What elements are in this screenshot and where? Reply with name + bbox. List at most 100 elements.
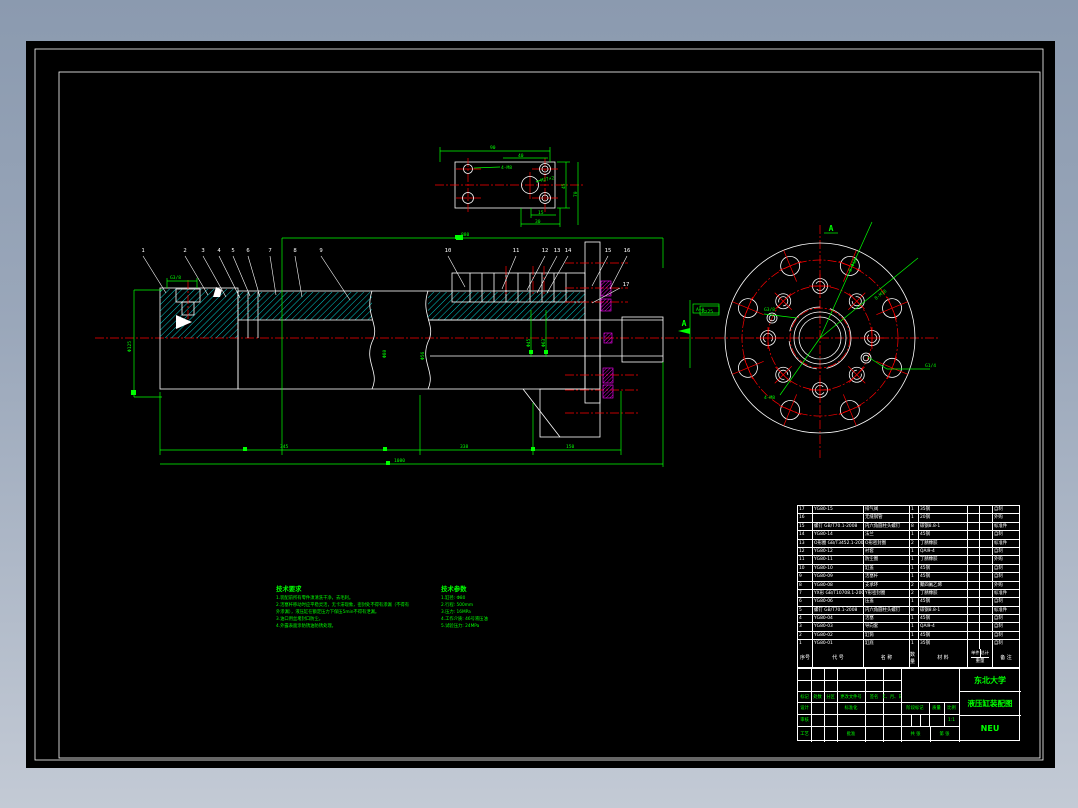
- svg-text:9: 9: [319, 248, 322, 254]
- bom-weight-single: [968, 606, 980, 615]
- note-line: 5.试验压力: 24MPa: [441, 624, 480, 630]
- tb-approve: 批准: [837, 726, 866, 742]
- svg-text:7: 7: [268, 248, 271, 254]
- bom-weight-single: [968, 589, 980, 598]
- bom-material: 45钢: [919, 564, 968, 573]
- bom-weight-single: [968, 581, 980, 589]
- bom-qty: 1: [910, 623, 919, 631]
- bom-remark: 自制: [994, 641, 1003, 647]
- svg-text:17: 17: [623, 282, 630, 288]
- bom-qty: 1: [910, 547, 919, 556]
- port-callout: G3/8: [170, 275, 181, 281]
- bom-material: 45钢: [919, 598, 968, 606]
- dim-label: 40: [518, 153, 524, 159]
- bom-weight-single: [968, 506, 980, 514]
- dim-label: Φ63: [541, 338, 547, 347]
- bom-no: 10: [798, 564, 813, 573]
- bom-weight-single: [968, 556, 980, 564]
- bom-weight-single: [968, 539, 980, 547]
- svg-text:3: 3: [201, 248, 204, 254]
- bom-weight-total: [980, 564, 993, 573]
- bom-no: 14: [798, 531, 813, 539]
- bom-material: 丁腈橡胶: [919, 539, 968, 547]
- svg-text:13: 13: [554, 248, 561, 254]
- svg-text:G1/4: G1/4: [925, 363, 936, 369]
- note-line: 4.工作介质: 46号液压油: [441, 617, 488, 623]
- bom-header-row: 序号 代 号 名 称 数量 材 料 单件 总计 重量 备 注: [798, 648, 1019, 667]
- dim-label: Φ56: [420, 351, 426, 360]
- tb-sheets: 共 张: [901, 726, 931, 742]
- bom-remark: 标准件: [994, 540, 1008, 546]
- bom-weight-single: [968, 531, 980, 539]
- bom-weight-total: [980, 547, 993, 556]
- bom-remark: 标准件: [994, 607, 1008, 613]
- section-letter: A: [829, 224, 834, 233]
- svg-text:14: 14: [565, 248, 572, 254]
- bom-header-remark: 备 注: [1000, 655, 1012, 662]
- bom-qty: 2: [910, 581, 919, 589]
- bom-header-qty: 数量: [910, 648, 919, 667]
- tb-sheet: 第 张: [930, 726, 960, 742]
- table-row: 9 YG80-09 活塞杆 1 45钢 自制: [798, 573, 1019, 582]
- bom-remark: 自制: [994, 574, 1003, 580]
- table-row: 12 YG80-12 衬套 1 QAl9-4 自制: [798, 547, 1019, 557]
- bom-no: 9: [798, 573, 813, 581]
- bom-qty: 1: [910, 631, 919, 640]
- bom-name: 无缝钢管: [864, 514, 910, 522]
- bom-code: YG80-03: [813, 623, 864, 631]
- bom-material: 碳钢8.8-1: [919, 522, 968, 531]
- bom-remark: 自制: [994, 632, 1003, 638]
- svg-text:15: 15: [605, 248, 612, 254]
- bom-weight-total: [980, 631, 993, 640]
- dim-label: 880: [461, 232, 470, 238]
- bom-material: 45钢: [919, 631, 968, 640]
- bom-weight-total: [980, 606, 993, 615]
- note-line: 外渗漏），液压缸在额定压力下保压5min不得有泄漏。: [276, 610, 380, 616]
- table-row: 17 YG80-15 排气阀 1 35钢 自制: [798, 506, 1019, 515]
- bom-no: 4: [798, 615, 813, 623]
- bom-name: 内六角圆柱头螺钉: [864, 606, 910, 615]
- bom-header-weight-label: 重量: [975, 659, 985, 665]
- bom-no: 12: [798, 547, 813, 556]
- table-row: 14 YG80-14 法兰 1 45钢 自制: [798, 531, 1019, 540]
- table-row: 2 YG80-02 缸筒 1 45钢 自制: [798, 631, 1019, 641]
- table-row: 5 螺钉 GB/T70.1-2008 内六角圆柱头螺钉 8 碳钢8.8-1 标准…: [798, 606, 1019, 616]
- table-row: 1 YG80-01 缸底 1 35钢 自制: [798, 640, 1019, 649]
- note-line: 4.外露表面涂防锈油防锈处理。: [276, 624, 336, 630]
- bom-weight-single: [968, 623, 980, 631]
- table-row: 13 O形圈 GB/T3452.1-2005 O形密封圈 2 丁腈橡胶 标准件: [798, 539, 1019, 548]
- svg-text:4-M8: 4-M8: [764, 395, 775, 401]
- bom-material: 丁腈橡胶: [919, 589, 968, 598]
- note-line: 3.油口用丝堵封口防尘。: [276, 617, 324, 623]
- bom-code: YG80-09: [813, 573, 864, 581]
- bom-weight-total: [980, 573, 993, 581]
- dim-label: 345: [280, 444, 289, 450]
- bom-remark: 自制: [994, 565, 1003, 571]
- bom-qty: 2: [910, 539, 919, 547]
- bom-name: 法兰: [864, 531, 910, 539]
- bom-qty: 1: [910, 564, 919, 573]
- bom-weight-single: [968, 522, 980, 531]
- bom-weight-single: [968, 640, 980, 649]
- note-line: 3.压力: 16MPa: [441, 610, 471, 616]
- bom-remark: 自制: [994, 532, 1003, 538]
- bom-material: 35钢: [919, 640, 968, 649]
- bom-weight-total: [980, 514, 993, 522]
- bom-remark: 标准件: [994, 590, 1008, 596]
- bom-weight-total: [980, 522, 993, 531]
- svg-text:G3/8: G3/8: [764, 307, 775, 313]
- bom-name: 防尘圈: [864, 556, 910, 564]
- dim-label: 70: [573, 191, 579, 197]
- note-line: 2.行程: 500mm: [441, 603, 474, 609]
- dim-label: 15: [538, 210, 544, 216]
- bom-code: YG80-12: [813, 547, 864, 556]
- bom-remark: 外购: [994, 557, 1003, 563]
- bom-header-no: 序号: [798, 648, 813, 667]
- bom-name: O形密封圈: [864, 539, 910, 547]
- bom-no: 7: [798, 589, 813, 598]
- bom-name: 缸盖: [864, 564, 910, 573]
- bom-no: 2: [798, 631, 813, 640]
- hole-callout: 4-M8: [501, 165, 512, 171]
- bom-material: QAl9-4: [919, 623, 968, 631]
- bom-weight-single: [968, 631, 980, 640]
